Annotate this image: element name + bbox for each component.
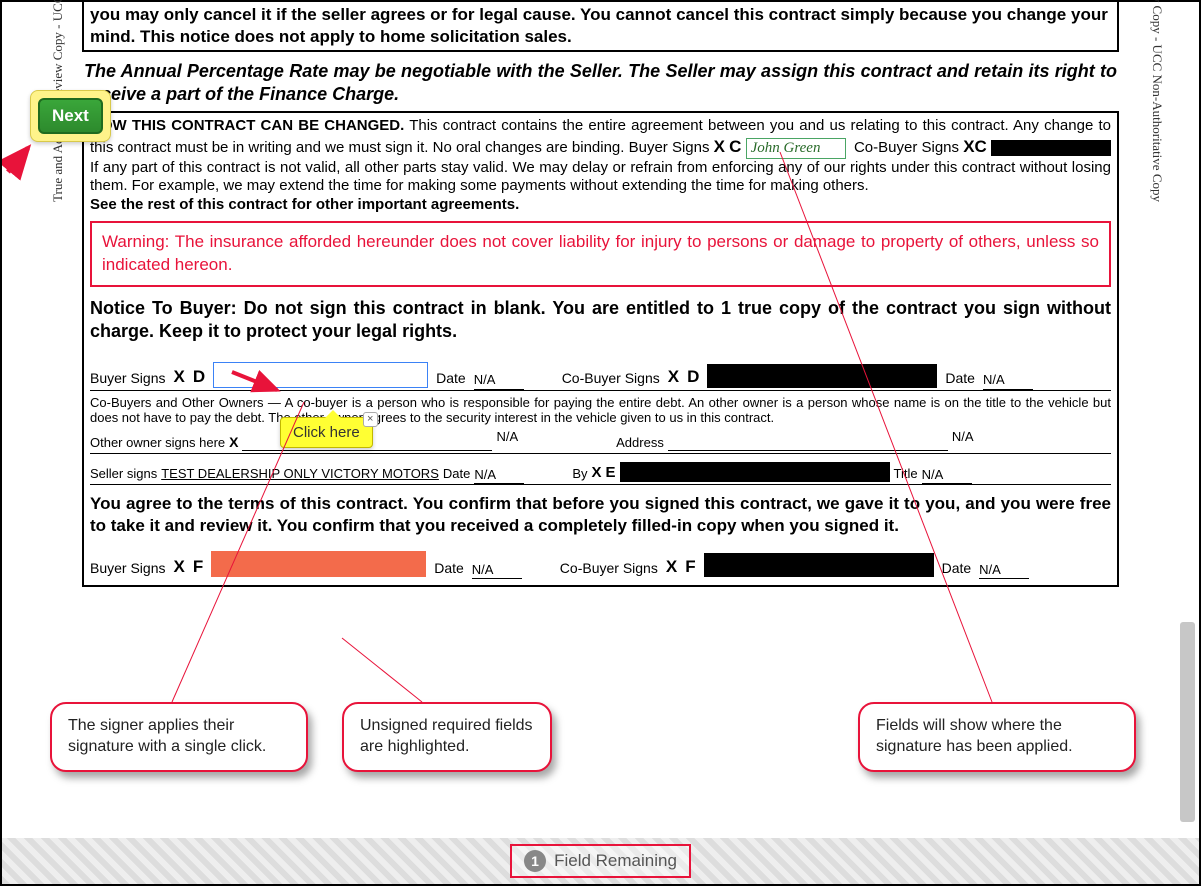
x-mark: X <box>963 137 974 156</box>
callout-signer-click: The signer applies their signature with … <box>50 702 308 772</box>
date-label: Date <box>942 560 972 578</box>
watermark-right: True and Accurate Review Copy - UCC Non-… <box>1149 0 1165 202</box>
other-owner-row: Other owner signs here X N/A Address N/A <box>90 426 1111 455</box>
date-label: Date <box>436 370 466 388</box>
title-label: Title <box>894 466 918 482</box>
buyer-signs-label: Buyer Signs <box>90 370 165 388</box>
x-mark: X <box>173 366 184 387</box>
field-remaining-label: Field Remaining <box>554 851 677 871</box>
footer-bar: 1 Field Remaining <box>2 838 1199 884</box>
cobuyer-signs-label: Co-Buyer Signs <box>562 370 660 388</box>
sig-letter-f: F <box>193 556 203 577</box>
x-mark: X <box>173 556 184 577</box>
signature-row-f: Buyer Signs X F Date N/A Co-Buyer Signs … <box>90 537 1111 579</box>
date-val-cobuyer-d: N/A <box>983 372 1033 389</box>
click-here-tooltip: Click here × <box>280 417 373 448</box>
x-mark: X <box>229 434 238 452</box>
sig-letter-c: C <box>729 137 741 156</box>
x-mark: X <box>668 366 679 387</box>
notice-to-buyer: Notice To Buyer: Do not sign this contra… <box>90 297 1111 344</box>
date-label: Date <box>443 466 470 482</box>
cancel-notice-box: you may only cancel it if the seller agr… <box>82 2 1119 52</box>
buyer-signature-d-field[interactable] <box>213 362 428 388</box>
sig-letter-d2: D <box>687 366 699 387</box>
negotiable-notice: The Annual Percentage Rate may be negoti… <box>82 52 1119 111</box>
date-val-cobuyer-f: N/A <box>979 562 1029 579</box>
seller-date-na: N/A <box>474 467 524 484</box>
date-val-buyer-d: N/A <box>474 372 524 389</box>
sig-letter-c2: C <box>975 137 987 156</box>
callout-unsigned-highlight: Unsigned required fields are highlighted… <box>342 702 552 772</box>
x-mark: X <box>714 137 725 156</box>
close-icon[interactable]: × <box>363 412 378 427</box>
address-label: Address <box>616 435 664 451</box>
by-label: By <box>572 466 587 482</box>
cobuyer-signature-d-redacted <box>707 364 937 388</box>
warning-box: Warning: The insurance afforded hereunde… <box>90 221 1111 287</box>
other-owner-na: N/A <box>496 429 518 445</box>
scrollbar[interactable] <box>1180 622 1195 822</box>
date-label: Date <box>434 560 464 578</box>
sig-letter-d: D <box>193 366 205 387</box>
contract-document: you may only cancel it if the seller agr… <box>82 2 1119 587</box>
title-na: N/A <box>922 467 972 484</box>
field-count-badge: 1 <box>524 850 546 872</box>
cobuyer-signature-f-redacted <box>704 553 934 577</box>
how-changed-header: HOW THIS CONTRACT CAN BE CHANGED. <box>90 117 404 134</box>
seller-name: TEST DEALERSHIP ONLY VICTORY MOTORS <box>161 466 439 482</box>
how-changed-text-2: If any part of this contract is not vali… <box>90 159 1111 195</box>
by-signature-redacted <box>620 462 890 482</box>
date-label: Date <box>945 370 975 388</box>
buyer-signature-f-field[interactable] <box>211 551 426 577</box>
buyer-signature-c[interactable]: John Green <box>746 138 846 159</box>
seller-row: Seller signs TEST DEALERSHIP ONLY VICTOR… <box>90 454 1111 485</box>
next-button[interactable]: Next <box>38 98 103 134</box>
x-mark: X <box>592 464 602 483</box>
seller-signs-label: Seller signs <box>90 466 157 482</box>
other-owner-label: Other owner signs here <box>90 435 225 451</box>
how-changed-box: HOW THIS CONTRACT CAN BE CHANGED. This c… <box>82 111 1119 587</box>
sig-letter-f2: F <box>685 556 695 577</box>
next-button-wrap: Next <box>30 90 111 142</box>
agree-terms-text: You agree to the terms of this contract.… <box>90 493 1111 537</box>
cobuyer-signs-label: Co-Buyer Signs <box>560 560 658 578</box>
cobuyer-signature-c-redacted <box>991 140 1111 156</box>
callout-fields-show: Fields will show where the signature has… <box>858 702 1136 772</box>
address-na: N/A <box>952 429 974 445</box>
x-mark: X <box>666 556 677 577</box>
see-rest-text: See the rest of this contract for other … <box>90 196 519 213</box>
cobuyer-signs-label: Co-Buyer Signs <box>854 139 959 156</box>
click-here-label: Click here <box>293 424 360 441</box>
buyer-signs-label: Buyer Signs <box>90 560 165 578</box>
cobuyer-fine-print: Co-Buyers and Other Owners — A co-buyer … <box>90 395 1111 426</box>
signature-row-d: Buyer Signs X D Date N/A Co-Buyer Signs … <box>90 344 1111 391</box>
sig-letter-e: E <box>606 464 616 483</box>
field-remaining-indicator[interactable]: 1 Field Remaining <box>510 844 691 878</box>
date-val-buyer-f: N/A <box>472 562 522 579</box>
